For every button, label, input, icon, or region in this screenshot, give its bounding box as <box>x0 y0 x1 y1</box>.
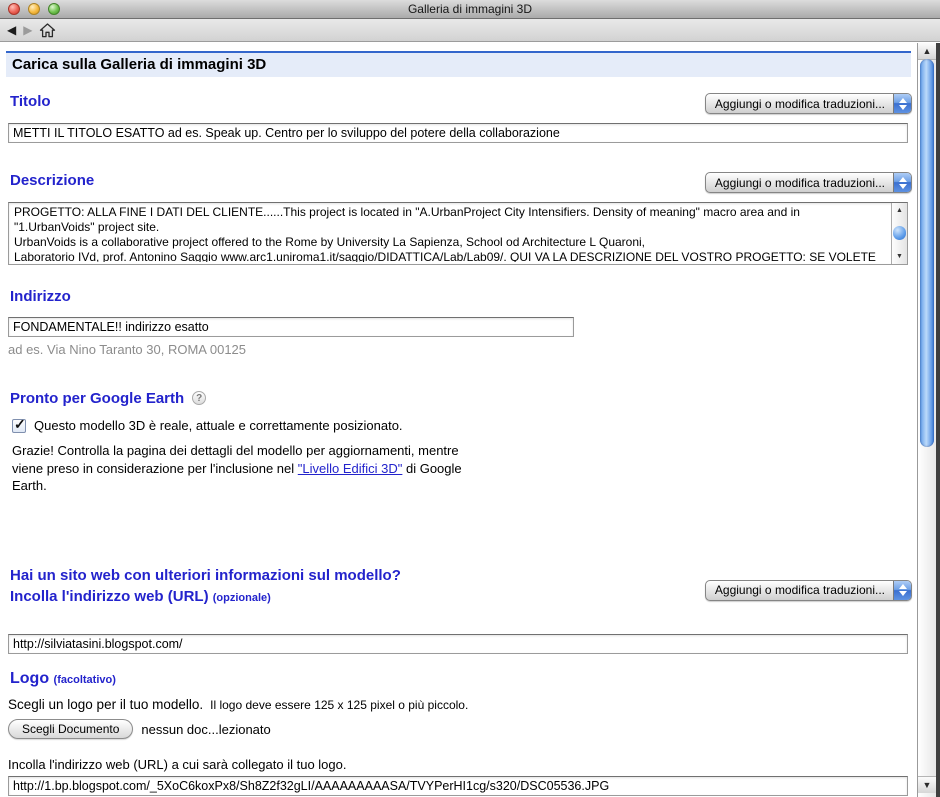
optional-tag: (opzionale) <box>213 592 271 604</box>
forward-icon[interactable]: ▶ <box>23 24 32 36</box>
window-scroll-thumb[interactable] <box>920 59 934 447</box>
indirizzo-input[interactable] <box>8 317 574 337</box>
minimize-button[interactable] <box>28 3 40 15</box>
textarea-scroll-thumb[interactable] <box>893 226 906 240</box>
google-earth-heading-text: Pronto per Google Earth <box>10 390 184 407</box>
stepper-icon <box>893 94 911 113</box>
checkmark-icon: ✓ <box>14 416 26 433</box>
translate-dropdown-titolo[interactable]: Aggiungi o modifica traduzioni... <box>705 93 912 114</box>
google-earth-checkbox[interactable]: ✓ <box>12 419 26 433</box>
website-url-input[interactable] <box>8 634 908 654</box>
website-heading-line2: Incolla l'indirizzo web (URL) (opzionale… <box>10 586 401 608</box>
scroll-up-icon[interactable]: ▲ <box>892 204 907 217</box>
livello-edifici-link[interactable]: "Livello Edifici 3D" <box>298 461 403 476</box>
choose-file-button[interactable]: Scegli Documento <box>8 719 133 739</box>
close-button[interactable] <box>8 3 20 15</box>
traffic-lights <box>8 3 60 15</box>
google-earth-note: Grazie! Controlla la pagina dei dettagli… <box>12 442 480 495</box>
stepper-icon <box>893 173 911 192</box>
logo-choose-text: Scegli un logo per il tuo modello. <box>8 697 203 712</box>
titolo-input[interactable] <box>8 123 908 143</box>
section-heading-descrizione: Descrizione <box>10 172 94 189</box>
browser-toolbar: ◀ ▶ <box>0 19 940 42</box>
content-area: Carica sulla Galleria di immagini 3D Tit… <box>0 43 940 797</box>
stepper-icon <box>893 581 911 600</box>
logo-url-label: Incolla l'indirizzo web (URL) a cui sarà… <box>8 757 917 772</box>
form-page: Carica sulla Galleria di immagini 3D Tit… <box>0 43 917 797</box>
scroll-up-icon[interactable]: ▲ <box>918 43 936 60</box>
translate-dropdown-label: Aggiungi o modifica traduzioni... <box>706 583 893 597</box>
window-scrollbar[interactable]: ▲ ▼ <box>917 43 936 797</box>
window-title: Galleria di immagini 3D <box>408 2 532 16</box>
facoltativo-tag: (facoltativo) <box>54 674 116 686</box>
descrizione-textarea[interactable]: PROGETTO: ALLA FINE I DATI DEL CLIENTE..… <box>8 202 908 265</box>
help-icon[interactable]: ? <box>192 391 206 405</box>
translate-dropdown-website[interactable]: Aggiungi o modifica traduzioni... <box>705 580 912 601</box>
file-status-text: nessun doc...lezionato <box>141 722 270 737</box>
section-heading-titolo: Titolo <box>10 93 51 110</box>
page-title: Carica sulla Galleria di immagini 3D <box>6 51 911 77</box>
section-heading-logo: Logo (facoltativo) <box>10 670 917 688</box>
window-titlebar: Galleria di immagini 3D <box>0 0 940 19</box>
section-heading-indirizzo: Indirizzo <box>10 288 917 305</box>
section-heading-google-earth: Pronto per Google Earth? <box>10 390 917 407</box>
logo-url-input[interactable] <box>8 776 908 796</box>
desktop-background-edge <box>936 43 940 797</box>
zoom-button[interactable] <box>48 3 60 15</box>
translate-dropdown-descrizione[interactable]: Aggiungi o modifica traduzioni... <box>705 172 912 193</box>
home-icon[interactable] <box>39 23 56 38</box>
translate-dropdown-label: Aggiungi o modifica traduzioni... <box>706 97 893 111</box>
website-heading-line1: Hai un sito web con ulteriori informazio… <box>10 565 401 587</box>
indirizzo-hint: ad es. Via Nino Taranto 30, ROMA 00125 <box>8 342 917 357</box>
descrizione-text: PROGETTO: ALLA FINE I DATI DEL CLIENTE..… <box>14 205 887 262</box>
logo-heading-text: Logo <box>10 670 49 687</box>
textarea-scrollbar[interactable]: ▲ ▼ <box>891 203 907 264</box>
google-earth-checkbox-label: Questo modello 3D è reale, attuale e cor… <box>34 418 403 433</box>
scroll-down-icon[interactable]: ▼ <box>892 250 907 263</box>
back-icon[interactable]: ◀ <box>7 24 16 36</box>
translate-dropdown-label: Aggiungi o modifica traduzioni... <box>706 176 893 190</box>
scroll-down-icon[interactable]: ▼ <box>918 776 936 793</box>
logo-size-hint: Il logo deve essere 125 x 125 pixel o pi… <box>210 698 468 712</box>
website-heading-text: Incolla l'indirizzo web (URL) <box>10 588 209 605</box>
